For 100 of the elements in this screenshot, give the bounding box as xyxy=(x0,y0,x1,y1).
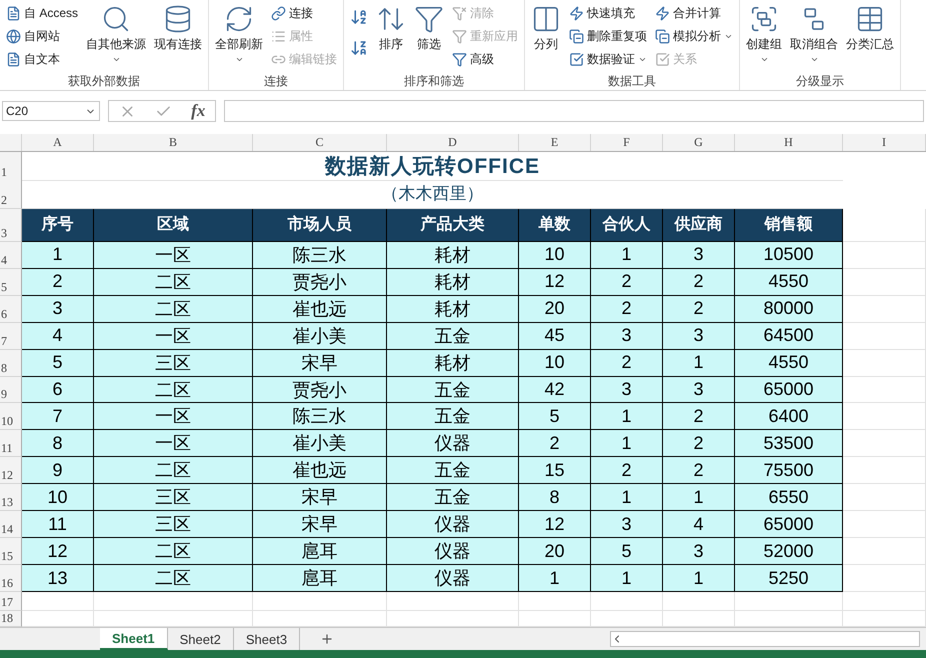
table-cell: 20 xyxy=(519,296,591,323)
ribbon-large-button[interactable]: 筛选 xyxy=(412,2,446,72)
table-cell: 10 xyxy=(519,350,591,377)
table-cell: 1 xyxy=(663,484,735,512)
ribbon-button[interactable]: 自 Access xyxy=(4,2,80,24)
row-header[interactable]: 10 xyxy=(0,403,22,430)
sheet-title: 数据新人玩转OFFICE xyxy=(325,154,540,180)
row-header[interactable]: 13 xyxy=(0,484,22,512)
dropdown-caret-icon xyxy=(112,55,121,64)
table-cell: 7 xyxy=(22,403,94,430)
table-cell: 1 xyxy=(591,430,663,458)
row-header[interactable]: 14 xyxy=(0,511,22,538)
table-cell: 2 xyxy=(663,403,735,430)
column-header[interactable]: C xyxy=(253,134,387,151)
table-cell: 宋早 xyxy=(253,484,387,512)
table-cell: 4 xyxy=(663,511,735,538)
table-cell: 3 xyxy=(591,322,663,350)
table-header-cell: 供应商 xyxy=(663,208,735,242)
ribbon-icon xyxy=(655,52,670,66)
table-cell: 陈三水 xyxy=(253,403,387,430)
table-cell: 宋早 xyxy=(253,350,387,377)
table-cell: 1 xyxy=(519,565,591,592)
table-cell: 五金 xyxy=(387,484,519,512)
ribbon-large-button[interactable]: 分类汇总 xyxy=(844,2,896,72)
ribbon-large-button[interactable]: 全部刷新 xyxy=(213,2,266,72)
table-cell: 10 xyxy=(519,242,591,269)
table-cell: 1 xyxy=(591,565,663,592)
ribbon-button[interactable]: 数据验证 xyxy=(567,48,650,70)
table-cell: 2 xyxy=(591,296,663,323)
row-header[interactable]: 5 xyxy=(0,268,22,296)
table-cell: 三区 xyxy=(94,484,253,512)
table-cell: 仪器 xyxy=(387,511,519,538)
add-icon xyxy=(320,632,334,646)
ribbon-large-button[interactable]: 排序 xyxy=(374,2,408,72)
ribbon-button[interactable]: 合并计算 xyxy=(653,2,736,24)
table-cell: 1 xyxy=(663,350,735,377)
table-cell: 8 xyxy=(22,430,94,458)
ribbon-button[interactable]: 自文本 xyxy=(4,48,80,70)
ribbon-large-button[interactable]: 分列 xyxy=(529,2,564,72)
row-header[interactable]: 12 xyxy=(0,457,22,484)
table-cell: 2 xyxy=(663,457,735,484)
horizontal-scrollbar[interactable] xyxy=(610,631,920,647)
ribbon-button[interactable]: 快速填充 xyxy=(567,2,650,24)
table-cell: 贾尧小 xyxy=(253,376,387,404)
column-header[interactable]: D xyxy=(387,134,519,151)
dropdown-caret-icon xyxy=(760,55,769,64)
table-cell: 2 xyxy=(663,296,735,323)
group-label: 连接 xyxy=(263,73,290,90)
row-header[interactable]: 16 xyxy=(0,565,22,592)
insert-function-button[interactable]: fx xyxy=(191,101,206,121)
row-header[interactable]: 17 xyxy=(0,592,22,611)
table-cell: 12 xyxy=(519,268,591,296)
column-header[interactable]: G xyxy=(663,134,735,151)
row-header[interactable]: 2 xyxy=(0,179,22,209)
empty-cell xyxy=(591,592,663,611)
table-cell: 2 xyxy=(519,430,591,458)
column-header[interactable]: I xyxy=(843,134,926,151)
name-box[interactable]: C20 xyxy=(2,101,100,121)
table-cell: 二区 xyxy=(94,296,253,323)
ribbon-large-button[interactable]: 取消组合 xyxy=(788,2,840,72)
row-header[interactable]: 4 xyxy=(0,242,22,269)
row-header[interactable]: 6 xyxy=(0,296,22,323)
row-header[interactable]: 18 xyxy=(0,611,22,627)
column-header[interactable]: B xyxy=(94,134,253,151)
ribbon-large-button[interactable]: 创建组 xyxy=(744,2,784,72)
table-cell: 13 xyxy=(22,565,94,592)
ribbon-button[interactable]: 模拟分析 xyxy=(653,25,736,47)
row-header[interactable]: 1 xyxy=(0,152,22,181)
column-header[interactable]: A xyxy=(22,134,94,151)
sheet-tab[interactable]: Sheet1 xyxy=(100,628,168,650)
table-cell: 一区 xyxy=(94,430,253,458)
column-header[interactable]: H xyxy=(735,134,843,151)
table-cell: 75500 xyxy=(735,457,843,484)
ribbon-button[interactable]: 删除重复项 xyxy=(567,25,650,47)
ribbon-button[interactable]: 自网站 xyxy=(4,25,80,47)
table-cell: 9 xyxy=(22,457,94,484)
row-header[interactable]: 11 xyxy=(0,430,22,458)
row-header[interactable]: 3 xyxy=(0,208,22,242)
column-header[interactable]: E xyxy=(519,134,591,151)
ribbon-icon xyxy=(271,28,286,44)
row-header[interactable]: 15 xyxy=(0,538,22,566)
ribbon-button[interactable]: 高级 xyxy=(450,48,520,70)
ribbon-icon xyxy=(271,6,286,20)
table-cell: 三区 xyxy=(94,350,253,377)
ribbon-button[interactable]: 连接 xyxy=(269,2,340,24)
ribbon-icon xyxy=(452,6,468,20)
table-cell: 耗材 xyxy=(387,296,519,323)
table-cell: 42 xyxy=(519,376,591,404)
row-header[interactable]: 8 xyxy=(0,350,22,377)
table-cell: 15 xyxy=(519,457,591,484)
formula-input[interactable] xyxy=(224,100,924,122)
row-header[interactable]: 9 xyxy=(0,376,22,404)
ribbon-icon xyxy=(569,52,584,66)
table-cell: 11 xyxy=(22,511,94,538)
column-header[interactable]: F xyxy=(591,134,663,151)
ribbon-large-button[interactable]: 现有连接 xyxy=(152,2,204,72)
row-header[interactable]: 7 xyxy=(0,322,22,350)
table-cell: 五金 xyxy=(387,376,519,404)
table-cell: 1 xyxy=(591,403,663,430)
ribbon-large-button[interactable]: 自其他来源 xyxy=(84,2,148,72)
